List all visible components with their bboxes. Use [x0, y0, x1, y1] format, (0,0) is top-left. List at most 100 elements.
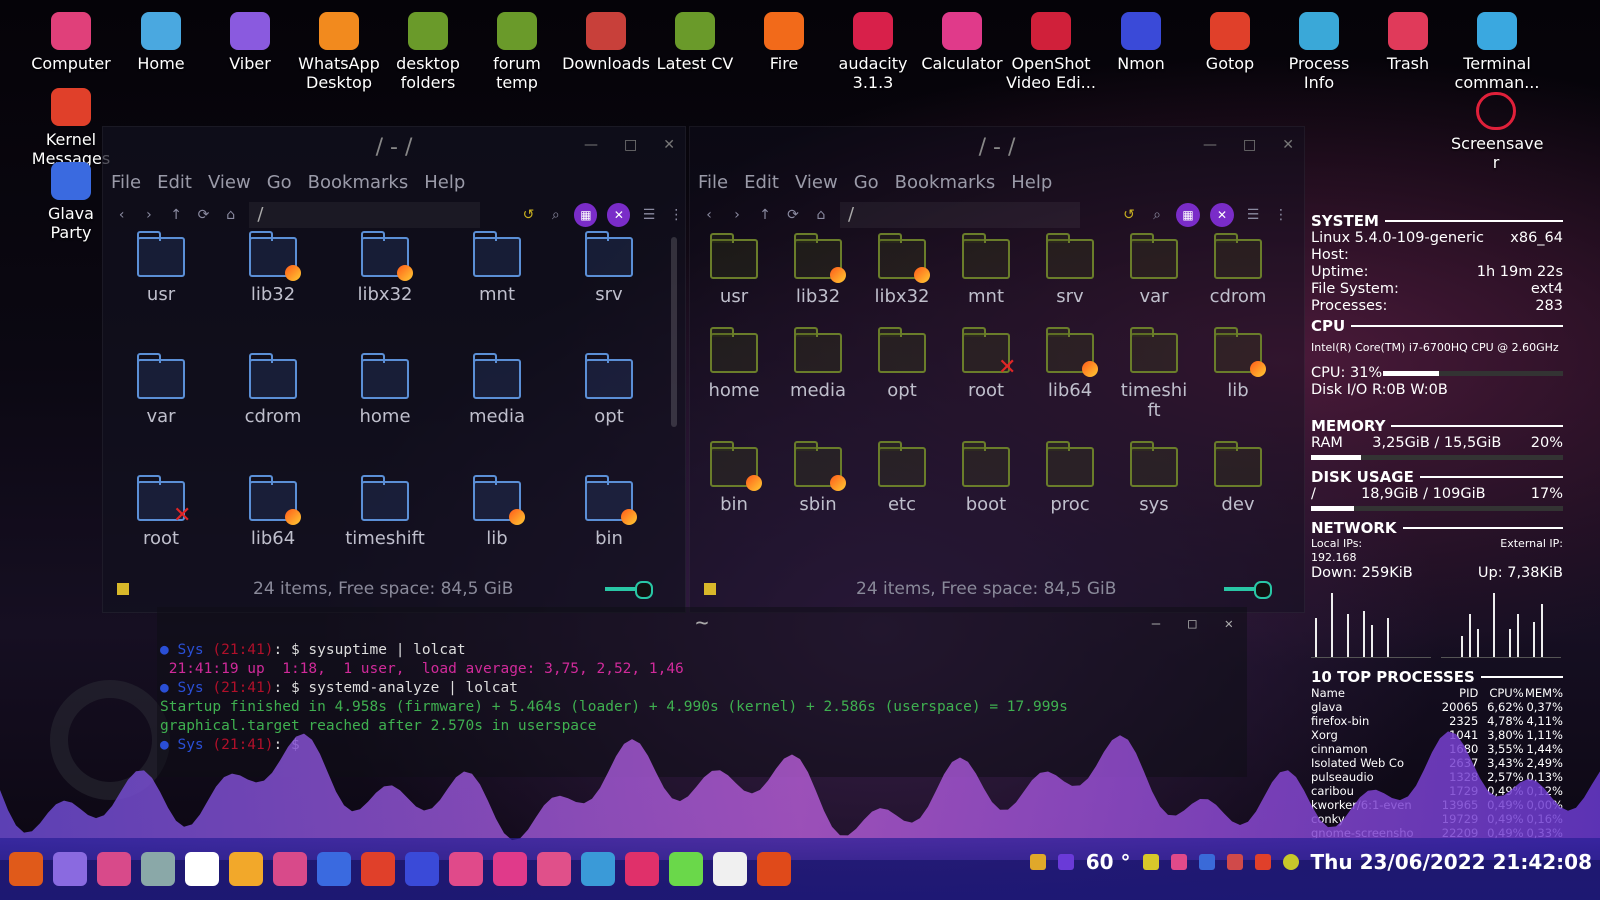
desktop-icon[interactable]: Computer	[26, 12, 116, 73]
desktop-icon[interactable]: Nmon	[1096, 12, 1186, 73]
taskbar-app-icon[interactable]	[405, 852, 439, 886]
folder-item[interactable]: sys	[1112, 441, 1196, 515]
taskbar-app-icon[interactable]	[625, 852, 659, 886]
menu-item[interactable]: Help	[424, 172, 465, 193]
taskbar-app-icon[interactable]	[185, 852, 219, 886]
folder-item[interactable]: mnt	[944, 233, 1028, 307]
forward-icon[interactable]: ›	[140, 207, 157, 223]
taskbar-app-icon[interactable]	[361, 852, 395, 886]
folder-item[interactable]: lib64	[217, 475, 329, 549]
back-icon[interactable]: ‹	[113, 207, 130, 223]
list-view-icon[interactable]: ☰	[640, 207, 657, 223]
taskbar-app-icon[interactable]	[757, 852, 791, 886]
folder-item[interactable]: usr	[692, 233, 776, 307]
maximize-icon[interactable]: □	[1243, 137, 1256, 153]
folder-item[interactable]: lib64	[1028, 327, 1112, 421]
desktop-icon[interactable]: Calculator	[917, 12, 1007, 73]
grid-view-icon[interactable]: ⋮	[668, 207, 685, 223]
back-icon[interactable]: ‹	[700, 207, 718, 223]
menu-item[interactable]: View	[795, 172, 838, 193]
location-bar[interactable]: /	[249, 202, 480, 228]
folder-item[interactable]: cdrom	[1196, 233, 1280, 307]
desktop-icon[interactable]: Downloads	[561, 12, 651, 73]
location-bar[interactable]: /	[840, 202, 1080, 228]
folder-item[interactable]: ✕ root	[105, 475, 217, 549]
taskbar-app-icon[interactable]	[229, 852, 263, 886]
zoom-slider[interactable]	[1224, 581, 1272, 599]
folder-item[interactable]: cdrom	[217, 353, 329, 427]
desktop-icon-screensaver[interactable]: Screensave r	[1451, 92, 1543, 172]
icon-view-button[interactable]: ▦	[1176, 203, 1200, 227]
settings-icon[interactable]	[1282, 854, 1299, 870]
folder-item[interactable]: opt	[860, 327, 944, 421]
compact-view-button[interactable]: ✕	[1210, 203, 1234, 227]
folder-item[interactable]: var	[105, 353, 217, 427]
sidebar-toggle-icon[interactable]	[117, 583, 129, 595]
menu-item[interactable]: File	[111, 172, 141, 193]
folder-item[interactable]: sbin	[776, 441, 860, 515]
taskbar-app-icon[interactable]	[317, 852, 351, 886]
taskbar-app-icon[interactable]	[713, 852, 747, 886]
desktop-icon[interactable]: Trash	[1363, 12, 1453, 73]
folder-item[interactable]: media	[776, 327, 860, 421]
update-icon[interactable]	[1142, 854, 1159, 870]
file-manager-window-left[interactable]: / - / — □ ✕ File Edit View Go Bookmarks Help …	[102, 126, 686, 613]
reload-icon[interactable]: ⟳	[784, 207, 802, 223]
toggle-location-icon[interactable]: ↺	[520, 207, 537, 223]
network-icon[interactable]	[1170, 854, 1187, 870]
taskbar-app-icon[interactable]	[97, 852, 131, 886]
taskbar-app-icon[interactable]	[669, 852, 703, 886]
minimize-icon[interactable]: —	[1203, 137, 1217, 153]
menu-item[interactable]: View	[208, 172, 251, 193]
close-icon[interactable]: ✕	[663, 137, 675, 153]
folder-item[interactable]: libx32	[860, 233, 944, 307]
window-titlebar[interactable]: / - / — □ ✕	[103, 127, 685, 167]
scrollbar[interactable]	[671, 237, 677, 427]
folder-item[interactable]: bin	[553, 475, 665, 549]
folder-item[interactable]: lib	[441, 475, 553, 549]
folder-item[interactable]: srv	[1028, 233, 1112, 307]
minimize-icon[interactable]: —	[584, 137, 598, 153]
taskbar-app-icon[interactable]	[53, 852, 87, 886]
desktop-icon[interactable]: forum temp	[472, 12, 562, 92]
taskbar-app-icon[interactable]	[581, 852, 615, 886]
folder-item[interactable]: libx32	[329, 231, 441, 305]
menu-item[interactable]: Edit	[157, 172, 192, 193]
sidebar-toggle-icon[interactable]	[704, 583, 716, 595]
list-view-icon[interactable]: ☰	[1244, 207, 1262, 223]
menu-item[interactable]: Edit	[744, 172, 779, 193]
maximize-icon[interactable]: □	[624, 137, 637, 153]
folder-item[interactable]: timeshi ft	[1112, 327, 1196, 421]
desktop-icon[interactable]: Viber	[205, 12, 295, 73]
folder-item[interactable]: mnt	[441, 231, 553, 305]
desktop-icon[interactable]: OpenShot Video Edi...	[1006, 12, 1096, 92]
folder-item[interactable]: media	[441, 353, 553, 427]
temperature[interactable]: 60 °	[1086, 850, 1131, 874]
desktop-icon[interactable]: Process Info	[1274, 12, 1364, 92]
desktop-icon[interactable]: Latest CV	[650, 12, 740, 73]
close-icon[interactable]: ✕	[1225, 607, 1233, 641]
window-titlebar[interactable]: / - / — □ ✕	[690, 127, 1304, 167]
folder-item[interactable]: usr	[105, 231, 217, 305]
file-manager-window-right[interactable]: / - / — □ ✕ File Edit View Go Bookmarks Help …	[689, 126, 1305, 613]
folder-item[interactable]: bin	[692, 441, 776, 515]
folder-item[interactable]: lib32	[217, 231, 329, 305]
taskbar-app-icon[interactable]	[493, 852, 527, 886]
menu-item[interactable]: Bookmarks	[895, 172, 996, 193]
desktop-icon[interactable]: Gotop	[1185, 12, 1275, 73]
bluetooth-icon[interactable]	[1198, 854, 1215, 870]
minimize-icon[interactable]: —	[1152, 607, 1160, 641]
menu-item[interactable]: File	[698, 172, 728, 193]
desktop-icon[interactable]: Fire	[739, 12, 829, 73]
desktop-icon[interactable]: WhatsApp Desktop	[294, 12, 384, 92]
desktop-icon[interactable]: desktop folders	[383, 12, 473, 92]
taskbar-app-icon[interactable]	[537, 852, 571, 886]
menu-item[interactable]: Bookmarks	[308, 172, 409, 193]
desktop-icon[interactable]: audacity 3.1.3	[828, 12, 918, 92]
clock[interactable]: Thu 23/06/2022 21:42:08	[1311, 850, 1592, 874]
home-icon[interactable]: ⌂	[222, 207, 239, 223]
folder-item[interactable]: srv	[553, 231, 665, 305]
folder-item[interactable]: etc	[860, 441, 944, 515]
search-icon[interactable]: ⌕	[547, 207, 564, 223]
folder-item[interactable]: ✕ root	[944, 327, 1028, 421]
